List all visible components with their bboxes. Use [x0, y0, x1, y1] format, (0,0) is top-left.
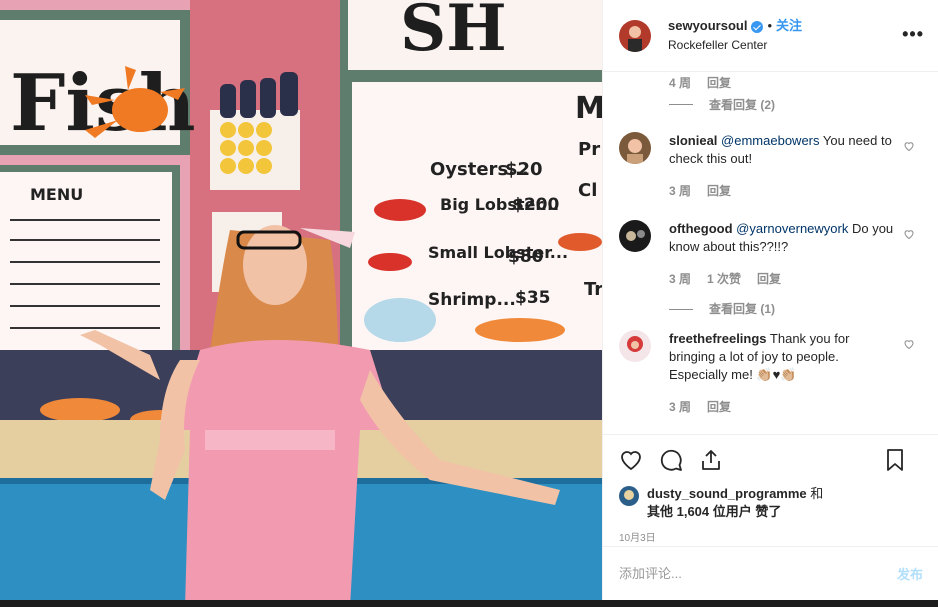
- comment-mention[interactable]: @emmaebowers: [721, 133, 819, 148]
- commenter-avatar-image: [619, 132, 651, 164]
- replies-line: [669, 308, 693, 310]
- menu-price-3: $35: [515, 288, 551, 308]
- left-menu-title: MENU: [30, 185, 83, 204]
- comment-body: slonieal @emmaebowers You need to check …: [669, 132, 895, 200]
- comment-username[interactable]: ofthegood: [669, 221, 733, 236]
- location-link[interactable]: Rockefeller Center: [668, 38, 802, 53]
- liker-avatar-image: [619, 486, 639, 506]
- menu-price-0: $20: [505, 159, 543, 180]
- liked-suffix: 赞了: [751, 504, 782, 519]
- shop-sign-text: SH: [400, 0, 507, 66]
- post-actions: dusty_sound_programme 和 其他 1,604 位用户 赞了 …: [603, 434, 938, 546]
- commenter-avatar[interactable]: [619, 132, 651, 164]
- commenter-avatar-image: [619, 220, 651, 252]
- likes-summary: dusty_sound_programme 和 其他 1,604 位用户 赞了: [619, 485, 923, 521]
- menu-letter-top: M: [575, 91, 602, 126]
- add-comment-bar: 发布: [603, 546, 938, 600]
- comment-time: 3 周: [669, 400, 692, 414]
- post-photo[interactable]: Fish SH MENU M Oysters... $20 Big Lobste…: [0, 0, 602, 607]
- avatar[interactable]: [619, 19, 651, 52]
- view-replies-button[interactable]: 查看回复 (2): [669, 96, 775, 113]
- post-date[interactable]: 10月3日: [619, 529, 923, 544]
- comment-meta: 3 周 回复: [669, 182, 895, 200]
- post-sidebar: sewyoursoul • 关注 Rockefeller Center ••• …: [602, 0, 938, 600]
- commenter-avatar-image: [619, 330, 651, 362]
- post-header: sewyoursoul • 关注 Rockefeller Center •••: [603, 0, 938, 72]
- reply-button[interactable]: 回复: [757, 270, 781, 288]
- username[interactable]: sewyoursoul: [668, 18, 747, 34]
- comment-like-icon[interactable]: [903, 140, 915, 152]
- post-comment-button[interactable]: 发布: [897, 564, 923, 583]
- comment-body: ofthegood @yarnovernewyork Do you know a…: [669, 220, 895, 318]
- comment-item: slonieal @emmaebowers You need to check …: [619, 132, 923, 200]
- comment-meta: 4 周 回复: [669, 74, 747, 91]
- menu-side-3: Tr: [584, 279, 602, 300]
- liked-by-user[interactable]: dusty_sound_programme: [647, 486, 807, 501]
- liked-by-others[interactable]: 其他 1,604 位用户: [647, 504, 752, 519]
- comment-meta: 3 周 回复: [669, 398, 895, 416]
- comment-meta: 3 周 1 次赞 回复: [669, 270, 895, 288]
- separator-dot: •: [767, 18, 773, 34]
- comment-time: 3 周: [669, 272, 692, 286]
- share-icon[interactable]: [699, 448, 723, 472]
- view-replies-label[interactable]: 查看回复 (1): [709, 300, 775, 318]
- menu-side-2: Cl: [578, 180, 597, 201]
- photo-illustration: Fish SH MENU M Oysters... $20 Big Lobste…: [0, 0, 602, 607]
- bottom-strip: [0, 600, 938, 607]
- follow-button[interactable]: 关注: [776, 18, 802, 34]
- replies-line: [669, 104, 693, 105]
- header-info: sewyoursoul • 关注 Rockefeller Center: [668, 18, 802, 52]
- heart-icon[interactable]: [619, 448, 643, 472]
- fish-sign-text: Fish: [10, 58, 196, 149]
- menu-price-2: $80: [508, 247, 544, 267]
- more-options-icon[interactable]: •••: [902, 24, 924, 45]
- view-replies-label[interactable]: 查看回复 (2): [709, 96, 775, 113]
- view-replies-button[interactable]: 查看回复 (1): [669, 300, 895, 318]
- menu-item-3: Shrimp...: [428, 290, 516, 310]
- header-row: sewyoursoul • 关注: [668, 18, 802, 34]
- comment-icon[interactable]: [659, 448, 683, 472]
- comment-mention[interactable]: @yarnovernewyork: [736, 221, 848, 236]
- comment-item: ofthegood @yarnovernewyork Do you know a…: [619, 220, 923, 318]
- liker-avatar[interactable]: [619, 486, 639, 506]
- commenter-avatar[interactable]: [619, 220, 651, 252]
- comment-username[interactable]: freethefreelings: [669, 331, 767, 346]
- commenter-avatar[interactable]: [619, 330, 651, 362]
- avatar-image: [619, 19, 651, 52]
- comment-input[interactable]: [619, 566, 897, 581]
- comment-like-icon[interactable]: [903, 338, 915, 350]
- reply-button[interactable]: 回复: [707, 74, 731, 91]
- liked-by-and: 和: [806, 486, 824, 501]
- action-icons: [619, 435, 923, 485]
- menu-side-1: Pr: [578, 139, 600, 160]
- reply-button[interactable]: 回复: [707, 182, 731, 200]
- likes-text: dusty_sound_programme 和 其他 1,604 位用户 赞了: [647, 485, 823, 521]
- comment-meta-top: 4 周 回复: [669, 74, 747, 91]
- menu-price-1: $200: [512, 195, 559, 215]
- comments-list[interactable]: 4 周 回复 查看回复 (2) slonieal @emmaebowers Yo…: [603, 72, 938, 434]
- comment-like-icon[interactable]: [903, 228, 915, 240]
- comment-item: freethefreelings Thank you for bringing …: [619, 330, 923, 416]
- comment-time: 4 周: [669, 76, 692, 90]
- comment-username[interactable]: slonieal: [669, 133, 717, 148]
- comment-time: 3 周: [669, 184, 692, 198]
- bookmark-icon[interactable]: [883, 448, 907, 472]
- comment-likes-count[interactable]: 1 次赞: [707, 270, 741, 288]
- verified-badge-icon: [751, 20, 764, 33]
- menu-item-2: Small Lobster...: [428, 243, 568, 262]
- reply-button[interactable]: 回复: [707, 398, 731, 416]
- comment-body: freethefreelings Thank you for bringing …: [669, 330, 895, 416]
